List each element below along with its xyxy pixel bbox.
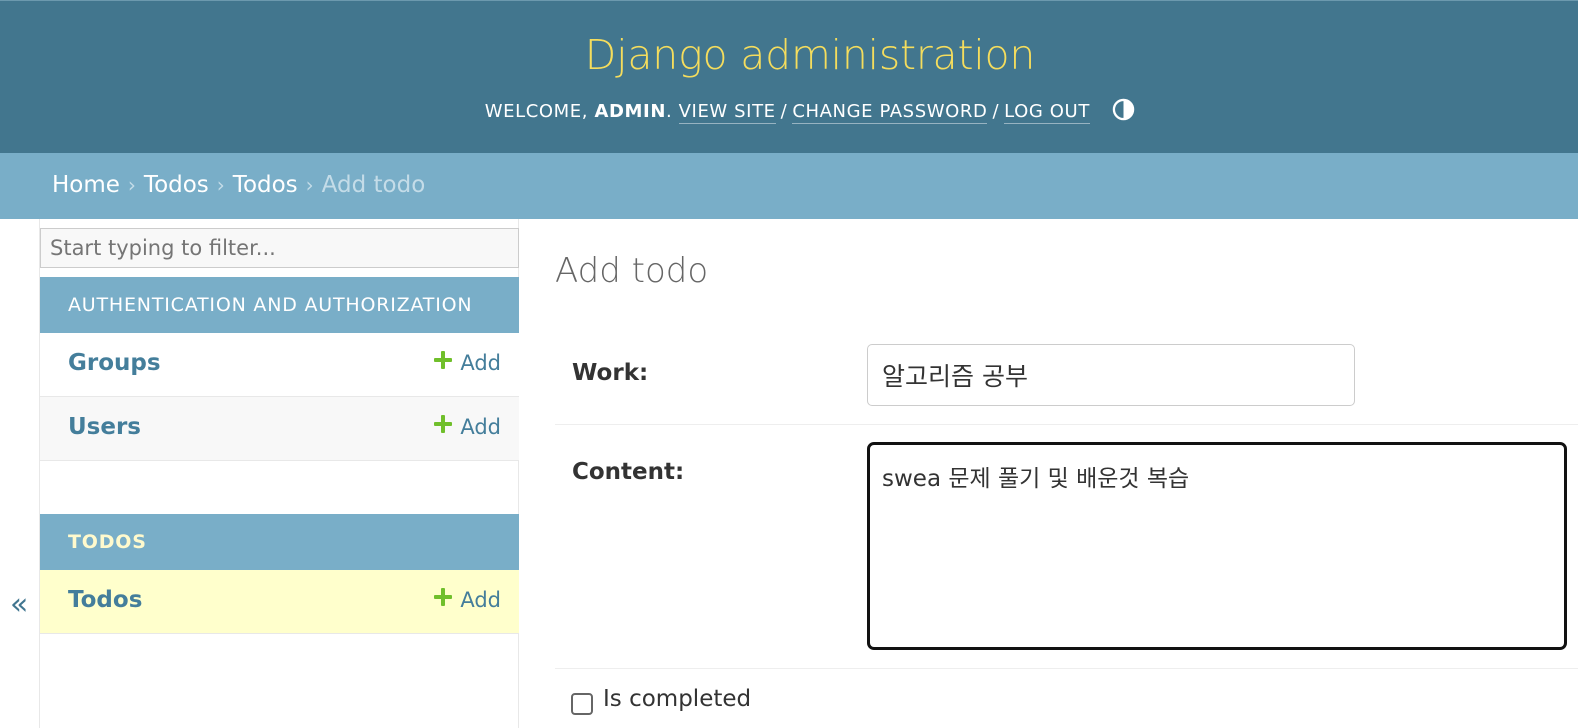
- breadcrumb-model[interactable]: Todos: [233, 172, 298, 198]
- change-password-link[interactable]: Change password: [792, 101, 988, 124]
- is-completed-label[interactable]: Is completed: [603, 686, 751, 712]
- model-link-groups[interactable]: Groups: [68, 350, 161, 376]
- work-label: Work:: [572, 360, 649, 386]
- app-caption-todos[interactable]: Todos: [40, 514, 519, 570]
- content-label: Content:: [572, 459, 685, 485]
- sidebar-item-todos: Todos Add: [40, 570, 519, 634]
- work-input[interactable]: [867, 344, 1355, 406]
- breadcrumb-current: Add todo: [321, 172, 426, 198]
- username: admin: [594, 101, 666, 122]
- collapse-sidebar-icon[interactable]: «: [10, 587, 28, 622]
- separator: /: [992, 101, 1000, 122]
- add-label: Add: [460, 415, 501, 439]
- admin-header: Django administration Welcome, admin. Vi…: [0, 0, 1578, 153]
- sidebar-item-users: Users Add: [40, 397, 519, 461]
- is-completed-checkbox[interactable]: [571, 693, 593, 715]
- sidebar-item-groups: Groups Add: [40, 333, 519, 397]
- breadcrumb: Home › Todos › Todos › Add todo: [0, 153, 1578, 219]
- breadcrumb-app[interactable]: Todos: [144, 172, 209, 198]
- sidebar-filter-input[interactable]: [40, 228, 519, 268]
- breadcrumb-arrow: ›: [305, 173, 314, 197]
- log-out-link[interactable]: Log out: [1004, 101, 1090, 124]
- plus-icon: [434, 351, 453, 369]
- view-site-link[interactable]: View site: [678, 101, 776, 124]
- plus-icon: [434, 415, 453, 433]
- add-groups-button[interactable]: Add: [434, 351, 501, 375]
- content-textarea[interactable]: swea 문제 풀기 및 배운것 복습: [867, 442, 1567, 650]
- plus-icon: [434, 588, 453, 606]
- model-link-todos[interactable]: Todos: [68, 587, 142, 613]
- model-link-users[interactable]: Users: [68, 414, 141, 440]
- add-todos-button[interactable]: Add: [434, 588, 501, 612]
- welcome-text: Welcome,: [484, 101, 589, 122]
- app-caption-auth[interactable]: Authentication and Authorization: [40, 277, 519, 333]
- page-title: Add todo: [555, 251, 709, 291]
- user-tools: Welcome, admin. View site / Change passwor…: [0, 98, 1578, 124]
- breadcrumb-arrow: ›: [127, 173, 136, 197]
- nav-sidebar: Authentication and Authorization Groups …: [39, 219, 519, 728]
- site-name[interactable]: Django administration: [0, 31, 1578, 79]
- separator: /: [780, 101, 788, 122]
- breadcrumb-home[interactable]: Home: [52, 172, 120, 198]
- add-label: Add: [460, 351, 501, 375]
- add-users-button[interactable]: Add: [434, 415, 501, 439]
- breadcrumb-arrow: ›: [216, 173, 225, 197]
- add-label: Add: [460, 588, 501, 612]
- sidebar-toggle[interactable]: «: [0, 219, 39, 728]
- theme-toggle-icon[interactable]: [1112, 98, 1135, 121]
